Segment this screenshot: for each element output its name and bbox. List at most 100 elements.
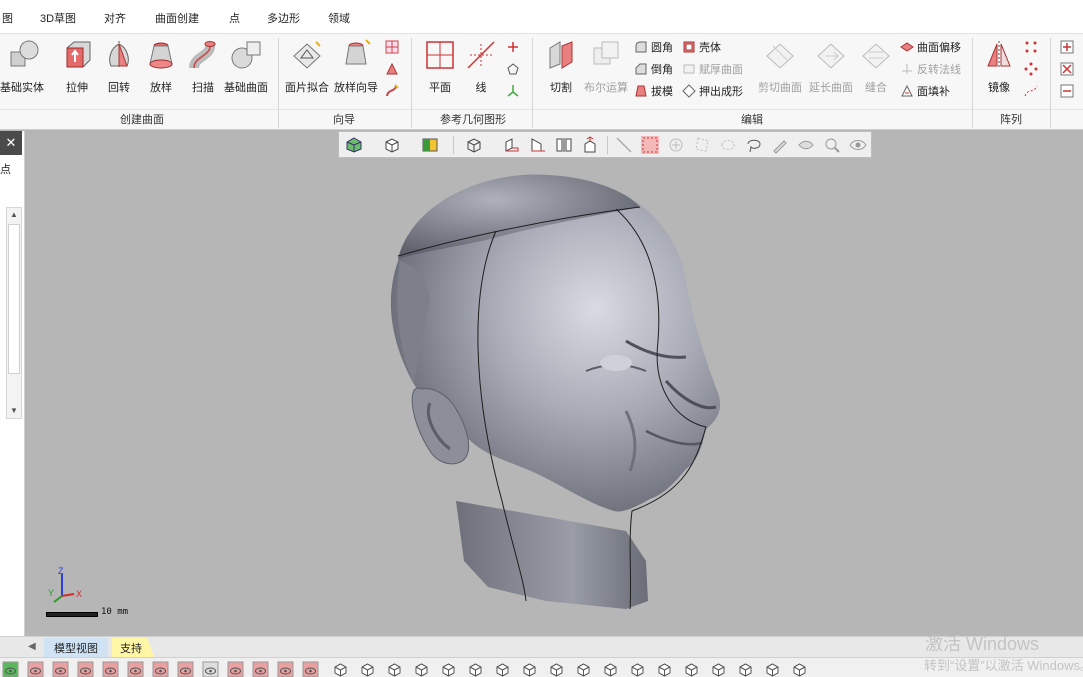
- clip-view-icon[interactable]: [656, 661, 673, 677]
- sphere-view-icon[interactable]: [359, 661, 376, 677]
- menu-tab-3d-sketch[interactable]: 3D草图: [40, 10, 76, 26]
- mirror-button[interactable]: 镜像: [977, 38, 1021, 98]
- top-face-icon[interactable]: [494, 661, 511, 677]
- line-button[interactable]: 线: [459, 38, 503, 98]
- stack-icon[interactable]: [764, 661, 781, 677]
- extra-tool-1[interactable]: [1060, 38, 1074, 56]
- 3d-viewport[interactable]: [26, 131, 1083, 636]
- offset-surface-button[interactable]: 曲面偏移: [900, 38, 961, 56]
- green-sphere-icon[interactable]: [2, 661, 19, 677]
- wizard-small-tool-3[interactable]: [385, 82, 399, 100]
- sweep-button[interactable]: 扫描: [181, 38, 225, 98]
- measure-icon[interactable]: [683, 661, 700, 677]
- extra-tool-2[interactable]: [1060, 60, 1074, 78]
- freeform-select-icon[interactable]: [719, 136, 737, 154]
- loft-wizard-button[interactable]: 放样向导: [334, 38, 378, 98]
- wizard-small-tool-2[interactable]: [385, 60, 399, 78]
- paint-select-icon[interactable]: [771, 136, 789, 154]
- thicken-button[interactable]: 赋厚曲面: [682, 60, 743, 78]
- lasso-select-icon[interactable]: [745, 136, 763, 154]
- table-eye-icon[interactable]: [202, 661, 219, 677]
- tab-model-view[interactable]: 模型视图: [44, 638, 108, 657]
- axis-tool-button[interactable]: [506, 82, 520, 100]
- back-face-icon[interactable]: [413, 661, 430, 677]
- curve-pattern-button[interactable]: [1024, 82, 1038, 100]
- clip-plane-icon[interactable]: [529, 136, 547, 154]
- fill-face-button[interactable]: 面填补: [900, 82, 950, 100]
- linear-pattern-button[interactable]: [1024, 38, 1038, 56]
- cut-button[interactable]: 切割: [539, 38, 583, 98]
- brush-tool-icon[interactable]: [602, 661, 619, 677]
- scroll-up-icon[interactable]: ▲: [7, 208, 21, 222]
- wizard-small-tool-1[interactable]: [385, 38, 399, 56]
- plane-eye-icon[interactable]: [277, 661, 294, 677]
- point-tool-button[interactable]: [506, 38, 520, 56]
- hex-icon[interactable]: [791, 661, 808, 677]
- trim-surface-button[interactable]: 剪切曲面: [757, 38, 803, 98]
- base-solid-button[interactable]: 基础实体: [0, 38, 44, 98]
- boolean-button[interactable]: 布尔运算: [584, 38, 628, 98]
- menu-tab-sketch[interactable]: 图: [2, 10, 13, 26]
- section-view-icon[interactable]: [503, 136, 521, 154]
- angle-icon[interactable]: [710, 661, 727, 677]
- extend-select-icon[interactable]: [823, 136, 841, 154]
- stitch-button[interactable]: 缝合: [854, 38, 898, 98]
- rect-select-icon[interactable]: [641, 136, 659, 154]
- tab-support[interactable]: 支持: [112, 638, 154, 657]
- reverse-normal-button[interactable]: 反转法线: [900, 60, 961, 78]
- curve-eye-icon[interactable]: [252, 661, 269, 677]
- chamfer-button[interactable]: 倒角: [634, 60, 673, 78]
- circular-pattern-button[interactable]: [1024, 60, 1038, 78]
- menu-tab-point[interactable]: 点: [229, 10, 240, 26]
- right-face-icon[interactable]: [467, 661, 484, 677]
- eye-icon[interactable]: [52, 661, 69, 677]
- menu-tab-region[interactable]: 领域: [328, 10, 350, 26]
- left-face-icon[interactable]: [440, 661, 457, 677]
- wireframe-box-icon[interactable]: [465, 136, 483, 154]
- dots-eye-icon[interactable]: [152, 661, 169, 677]
- tab-scroll-left-icon[interactable]: ◀: [28, 641, 36, 652]
- menu-tab-align[interactable]: 对齐: [104, 10, 126, 26]
- visibility-icon[interactable]: [849, 136, 867, 154]
- circle-select-icon[interactable]: [667, 136, 685, 154]
- polygon-select-icon[interactable]: [693, 136, 711, 154]
- mirror-view-icon[interactable]: [555, 136, 573, 154]
- extend-surface-button[interactable]: 延长曲面: [808, 38, 854, 98]
- base-surface-button[interactable]: 基础曲面: [224, 38, 268, 98]
- extrude-shape-button[interactable]: 押出成形: [682, 82, 743, 100]
- menu-tab-surface-create[interactable]: 曲面创建: [155, 10, 199, 26]
- mesh-fit-button[interactable]: 面片拟合: [285, 38, 329, 98]
- bottom-face-icon[interactable]: [521, 661, 538, 677]
- explode-view-icon[interactable]: [581, 136, 599, 154]
- draft-button[interactable]: 拔模: [634, 82, 673, 100]
- scroll-thumb[interactable]: [8, 224, 20, 374]
- scroll-down-icon[interactable]: ▼: [7, 404, 21, 418]
- cube-eye-icon[interactable]: [332, 661, 349, 677]
- loft-button[interactable]: 放样: [139, 38, 183, 98]
- revolve-button[interactable]: 回转: [97, 38, 141, 98]
- menu-tab-polygon[interactable]: 多边形: [267, 10, 300, 26]
- path-eye-icon[interactable]: [227, 661, 244, 677]
- extrude-button[interactable]: 拉伸: [55, 38, 99, 98]
- view-orientation-icon[interactable]: [345, 136, 363, 154]
- head-model[interactable]: [26, 131, 1083, 636]
- fillet-button[interactable]: 圆角: [634, 38, 673, 56]
- coordinate-tool-button[interactable]: [506, 60, 520, 78]
- disabled-tool-icon[interactable]: [629, 661, 646, 677]
- grid-eye-icon[interactable]: [27, 661, 44, 677]
- render-mode-icon[interactable]: [421, 136, 439, 154]
- line-select-icon[interactable]: [615, 136, 633, 154]
- panel-tab-point[interactable]: 点: [0, 161, 22, 177]
- box-eye-icon[interactable]: [77, 661, 94, 677]
- close-panel-button[interactable]: ✕: [0, 131, 22, 155]
- shell-button[interactable]: 壳体: [682, 38, 721, 56]
- brush-eye-icon[interactable]: [127, 661, 144, 677]
- lock-icon[interactable]: [737, 661, 754, 677]
- grid-view-icon[interactable]: [575, 661, 592, 677]
- line-eye-icon[interactable]: [177, 661, 194, 677]
- plane-button[interactable]: 平面: [418, 38, 462, 98]
- panel-scrollbar[interactable]: ▲ ▼: [6, 207, 22, 419]
- front-face-icon[interactable]: [386, 661, 403, 677]
- surface-select-icon[interactable]: [797, 136, 815, 154]
- extra-tool-3[interactable]: [1060, 82, 1074, 100]
